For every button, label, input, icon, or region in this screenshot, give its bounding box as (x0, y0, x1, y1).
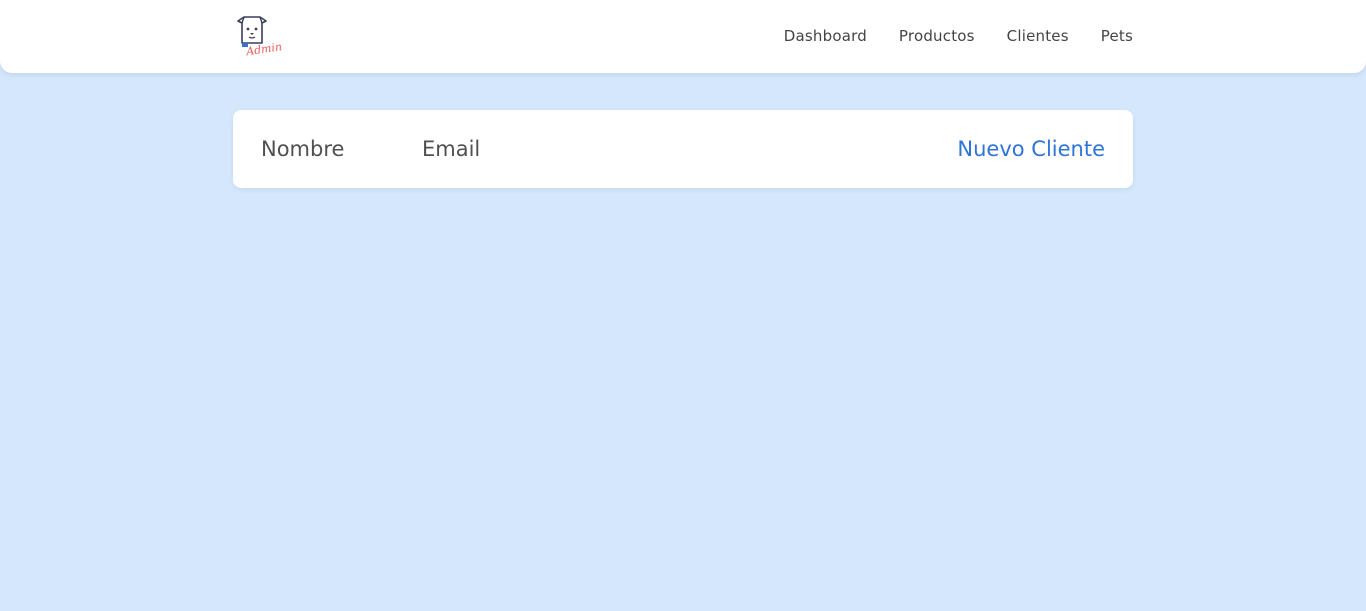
nav-clientes[interactable]: Clientes (1007, 27, 1069, 45)
column-header-email: Email (422, 137, 481, 161)
clients-table-header-card: Nombre Email Nuevo Cliente (233, 110, 1133, 188)
column-header-nombre: Nombre (261, 137, 345, 161)
dog-admin-logo-icon[interactable]: Admin (232, 13, 282, 57)
new-client-link[interactable]: Nuevo Cliente (957, 110, 1105, 188)
top-navbar: Admin Dashboard Productos Clientes Pets (0, 0, 1366, 73)
nav-pets[interactable]: Pets (1101, 27, 1133, 45)
main-nav: Dashboard Productos Clientes Pets (784, 0, 1133, 71)
nav-dashboard[interactable]: Dashboard (784, 27, 867, 45)
nav-productos[interactable]: Productos (899, 27, 975, 45)
